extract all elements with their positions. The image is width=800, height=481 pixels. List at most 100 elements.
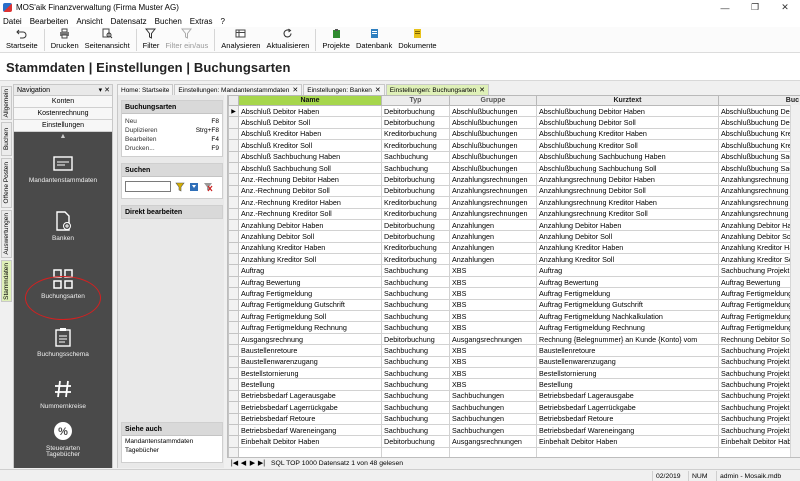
table-row[interactable]: Abschluß Debitor Soll Debitorbuchung Absch… bbox=[228, 116, 800, 129]
typ-cell[interactable]: Sachbuchung bbox=[381, 423, 450, 437]
nav-tile-tagebuecher[interactable]: Tagebücher bbox=[14, 448, 112, 468]
projekte-button[interactable]: Projekte bbox=[319, 27, 353, 52]
table-row[interactable]: Betriebsbedarf Wareneingang Sachbuchung Sa… bbox=[228, 423, 800, 437]
typ-cell[interactable]: Debitorbuchung bbox=[381, 218, 450, 232]
startseite-button[interactable]: Startseite bbox=[3, 27, 41, 52]
nav-category-einstellungen[interactable]: Einstellungen bbox=[14, 120, 112, 132]
kurztext-cell[interactable]: Abschlußbuchung Sachbuchung Haben bbox=[536, 150, 719, 163]
close-window-button[interactable]: ✕ bbox=[770, 0, 800, 15]
action-neu[interactable]: Neu F8 bbox=[122, 117, 222, 126]
typ-cell[interactable]: Debitorbuchung bbox=[381, 435, 450, 448]
row-selector[interactable] bbox=[228, 127, 239, 141]
gruppe-cell[interactable]: Sachbuchungen bbox=[449, 423, 537, 437]
search-options-icon[interactable] bbox=[189, 182, 199, 192]
kurztext-cell[interactable]: Auftrag Fertigmeldung Gutschrift bbox=[536, 298, 719, 312]
name-cell[interactable]: Abschluß Sachbuchung Haben bbox=[238, 150, 382, 163]
dokumente-button[interactable]: Dokumente bbox=[395, 27, 439, 52]
vertical-scrollbar[interactable] bbox=[790, 105, 800, 457]
table-row[interactable]: Anzahlung Kreditor Haben Kreditorbuchung A… bbox=[228, 241, 800, 255]
buchungstext-cell[interactable]: Auftrag Fertigmeldung Rechnung bbox=[718, 321, 800, 334]
menu-datei[interactable]: Datei bbox=[3, 17, 22, 26]
buchungstext-cell[interactable]: Sachbuchung Projekt bbox=[718, 355, 800, 369]
row-selector[interactable] bbox=[228, 275, 239, 289]
link-mandantenstammdaten[interactable]: Mandantenstammdaten bbox=[122, 436, 222, 445]
kurztext-cell[interactable]: Anzahlung Kreditor Haben bbox=[536, 241, 719, 255]
gruppe-cell[interactable]: XBS bbox=[449, 310, 537, 323]
search-filter-icon[interactable] bbox=[175, 182, 185, 192]
kurztext-cell[interactable]: Abschlußbuchung Kreditor Haben bbox=[536, 127, 719, 141]
kurztext-cell[interactable]: Anzahlung Debitor Soll bbox=[536, 230, 719, 243]
gruppe-cell[interactable]: Anzahlungen bbox=[449, 241, 537, 255]
gruppe-cell[interactable]: Abschlußbuchungen bbox=[449, 150, 537, 163]
typ-cell[interactable]: Debitorbuchung bbox=[381, 184, 450, 198]
nav-category-konten[interactable]: Konten bbox=[14, 96, 112, 108]
gruppe-cell[interactable]: Abschlußbuchungen bbox=[449, 104, 537, 118]
row-selector[interactable] bbox=[228, 310, 239, 323]
vtab-offene-posten[interactable]: Offene Posten bbox=[1, 158, 12, 208]
kurztext-cell[interactable]: Abschlußbuchung Debitor Haben bbox=[536, 104, 719, 118]
column-header-buchungstext[interactable]: Buc bbox=[718, 95, 800, 106]
name-cell[interactable] bbox=[238, 446, 382, 457]
menu-help[interactable]: ? bbox=[220, 17, 224, 26]
nav-tile-banken[interactable]: Banken bbox=[14, 204, 112, 260]
row-selector[interactable] bbox=[228, 139, 239, 152]
gruppe-cell[interactable]: Anzahlungen bbox=[449, 253, 537, 266]
buchungstext-cell[interactable]: Anzahlungsrechnung Kreditor Soll bbox=[718, 207, 800, 220]
name-cell[interactable]: Abschluß Debitor Soll bbox=[238, 116, 382, 129]
kurztext-cell[interactable]: Bestellstornierung bbox=[536, 366, 719, 380]
name-cell[interactable]: Abschluß Debitor Haben bbox=[238, 104, 382, 118]
drucken-button[interactable]: Drucken bbox=[48, 27, 82, 52]
table-row[interactable]: Betriebsbedarf Lagerausgabe Sachbuchung Sa… bbox=[228, 389, 800, 403]
kurztext-cell[interactable]: Betriebsbedarf Retoure bbox=[536, 412, 719, 425]
row-selector[interactable] bbox=[228, 161, 239, 175]
row-selector[interactable] bbox=[228, 321, 239, 334]
table-row[interactable]: Anz.-Rechnung Kreditor Soll Kreditorbuchu… bbox=[228, 207, 800, 220]
table-row[interactable]: ▶ Abschluß Debitor Haben Debitorbuchung Abs… bbox=[228, 104, 800, 118]
name-cell[interactable]: Auftrag Fertigmeldung Gutschrift bbox=[238, 298, 382, 312]
gruppe-cell[interactable]: XBS bbox=[449, 298, 537, 312]
kurztext-cell[interactable]: Betriebsbedarf Lagerausgabe bbox=[536, 389, 719, 403]
buchungstext-cell[interactable]: Abschlußbuchung Kreditor Soll bbox=[718, 139, 800, 152]
kurztext-cell[interactable] bbox=[536, 446, 719, 457]
name-cell[interactable]: Auftrag Bewertung bbox=[238, 275, 382, 289]
row-selector[interactable] bbox=[228, 287, 239, 300]
row-selector[interactable] bbox=[228, 355, 239, 369]
vtab-allgemein[interactable]: Allgemein bbox=[1, 86, 12, 120]
table-row[interactable] bbox=[228, 446, 800, 457]
name-cell[interactable]: Auftrag Fertigmeldung Soll bbox=[238, 310, 382, 323]
name-cell[interactable]: Ausgangsrechnung bbox=[238, 332, 382, 346]
gruppe-cell[interactable]: Sachbuchungen bbox=[449, 389, 537, 403]
typ-cell[interactable]: Sachbuchung bbox=[381, 264, 450, 277]
buchungstext-cell[interactable]: Sachbuchung Projekt bbox=[718, 389, 800, 403]
row-selector[interactable] bbox=[228, 412, 239, 425]
row-selector[interactable] bbox=[228, 184, 239, 198]
tab-mandantenstammdaten[interactable]: Einstellungen: Mandantenstammdaten ✕ bbox=[174, 84, 303, 95]
buchungstext-cell[interactable]: Auftrag Fertigmeldung Soll bbox=[718, 310, 800, 323]
typ-cell[interactable]: Sachbuchung bbox=[381, 161, 450, 175]
table-row[interactable]: Anzahlung Debitor Soll Debitorbuchung Anza… bbox=[228, 230, 800, 243]
menu-buchen[interactable]: Buchen bbox=[155, 17, 182, 26]
table-row[interactable]: Auftrag Fertigmeldung Soll Sachbuchung XBS… bbox=[228, 310, 800, 323]
buchungstext-cell[interactable]: Sachbuchung Projekt bbox=[718, 401, 800, 414]
nav-tile-mandantenstammdaten[interactable]: Mandantenstammdaten bbox=[14, 146, 112, 202]
row-selector[interactable] bbox=[228, 378, 239, 391]
kurztext-cell[interactable]: Betriebsbedarf Lagerrückgabe bbox=[536, 401, 719, 414]
filter-toggle-button[interactable]: Filter ein/aus bbox=[162, 27, 211, 52]
kurztext-cell[interactable]: Anzahlung Debitor Haben bbox=[536, 218, 719, 232]
row-selector[interactable] bbox=[228, 207, 239, 220]
name-cell[interactable]: Betriebsbedarf Retoure bbox=[238, 412, 382, 425]
kurztext-cell[interactable]: Anzahlungsrechnung Kreditor Soll bbox=[536, 207, 719, 220]
scroll-up-arrow-icon[interactable]: ▲ bbox=[14, 132, 112, 142]
table-row[interactable]: Auftrag Fertigmeldung Rechnung Sachbuchun… bbox=[228, 321, 800, 334]
menu-datensatz[interactable]: Datensatz bbox=[111, 17, 147, 26]
typ-cell[interactable] bbox=[381, 446, 450, 457]
name-cell[interactable]: Baustellenretoure bbox=[238, 344, 382, 357]
buchungstext-cell[interactable]: Anzahlungsrechnung Kreditor Haben bbox=[718, 196, 800, 209]
gruppe-cell[interactable]: XBS bbox=[449, 355, 537, 369]
kurztext-cell[interactable]: Auftrag Bewertung bbox=[536, 275, 719, 289]
table-row[interactable]: Bestellstornierung Sachbuchung XBS Bestells… bbox=[228, 366, 800, 380]
kurztext-cell[interactable]: Auftrag Fertigmeldung Rechnung bbox=[536, 321, 719, 334]
table-row[interactable]: Baustellenwarenzugang Sachbuchung XBS Baust… bbox=[228, 355, 800, 369]
menu-ansicht[interactable]: Ansicht bbox=[76, 17, 102, 26]
typ-cell[interactable]: Kreditorbuchung bbox=[381, 196, 450, 209]
